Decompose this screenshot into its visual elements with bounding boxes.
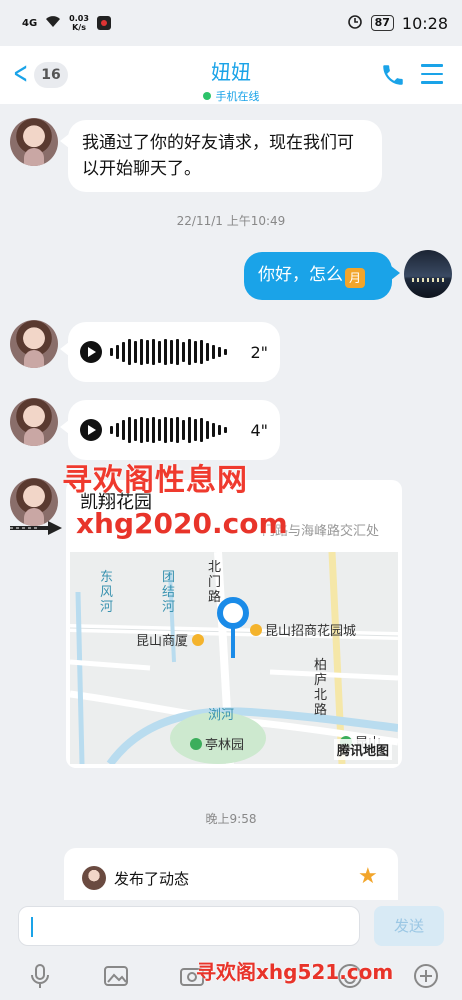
map-brand: 腾讯地图 [333,739,392,760]
waveform-icon [110,337,227,367]
message-bubble-sent[interactable]: 你好，怎么月 [244,252,400,300]
feed-post-card[interactable]: 发布了动态 ★ [64,848,398,900]
input-bar: 发送 [0,900,462,954]
image-icon[interactable] [102,962,130,990]
clock: 10:28 [401,13,448,33]
map-poi: 亭林园 [190,734,244,753]
phone-icon [383,65,403,85]
contact-avatar[interactable] [10,320,58,368]
play-icon[interactable] [80,341,102,363]
poi-icon [192,634,205,646]
watermark: xhg2020.com [76,507,288,540]
map-label: 柏庐北路 [314,658,328,718]
online-dot-icon [202,92,211,100]
map-label: 团结河 [162,570,176,615]
online-status: 手机在线 [202,88,260,104]
contact-avatar [82,866,106,890]
chat-header: < 16 妞妞 手机在线 [0,46,462,104]
watermark: 寻欢阁xhg521.com [196,960,394,984]
text-caret [31,917,33,937]
alarm-icon [347,13,363,33]
watermark: 寻欢阁性息网 [62,463,248,498]
star-icon: ★ [358,864,378,889]
message-timestamp: 22/11/1 上午10:49 [176,214,286,228]
emoji-icon: 月 [345,268,365,288]
voice-message[interactable]: 4" [60,400,280,460]
arrow-icon [10,520,62,535]
contact-avatar[interactable] [10,398,58,446]
signal-indicator: 4G [22,17,38,29]
waveform-icon [110,415,227,445]
plus-icon[interactable] [412,962,440,990]
message-timestamp: 晚上9:58 [205,812,257,826]
message-bubble-received[interactable]: 我通过了你的好友请求，现在我们可以开始聊天了。 [60,120,382,192]
app-notification-icon [96,16,111,30]
phone-call-button[interactable] [380,62,406,88]
feed-text: 发布了动态 [114,870,190,888]
map-label: 东风河 [100,570,114,615]
map-poi: 昆山招商花园城 [250,620,356,639]
my-avatar[interactable] [404,250,452,298]
menu-button[interactable] [421,64,443,86]
status-bar: 4G 0.03 K/s 87 10:28 [0,0,462,46]
wifi-icon [45,15,61,31]
message-input[interactable] [18,906,360,946]
send-button[interactable]: 发送 [374,906,444,946]
location-pin-icon [216,596,250,662]
contact-avatar[interactable] [10,118,58,166]
map-label: 浏河 [208,708,235,723]
map-preview[interactable]: 东风河 团结河 北门路 昆山商厦 昆山招商花园城 柏庐北路 浏河 亭林园 昆山 … [70,552,398,764]
contact-avatar[interactable] [10,478,58,526]
voice-duration: 4" [250,420,268,440]
network-speed: 0.03 K/s [69,14,89,32]
play-icon[interactable] [80,419,102,441]
microphone-icon[interactable] [26,962,54,990]
park-icon [190,738,202,750]
voice-duration: 2" [250,342,268,362]
battery-indicator: 87 [370,15,394,31]
poi-icon [250,624,262,636]
voice-message[interactable]: 2" [60,322,280,382]
map-poi: 昆山商厦 [136,630,207,649]
